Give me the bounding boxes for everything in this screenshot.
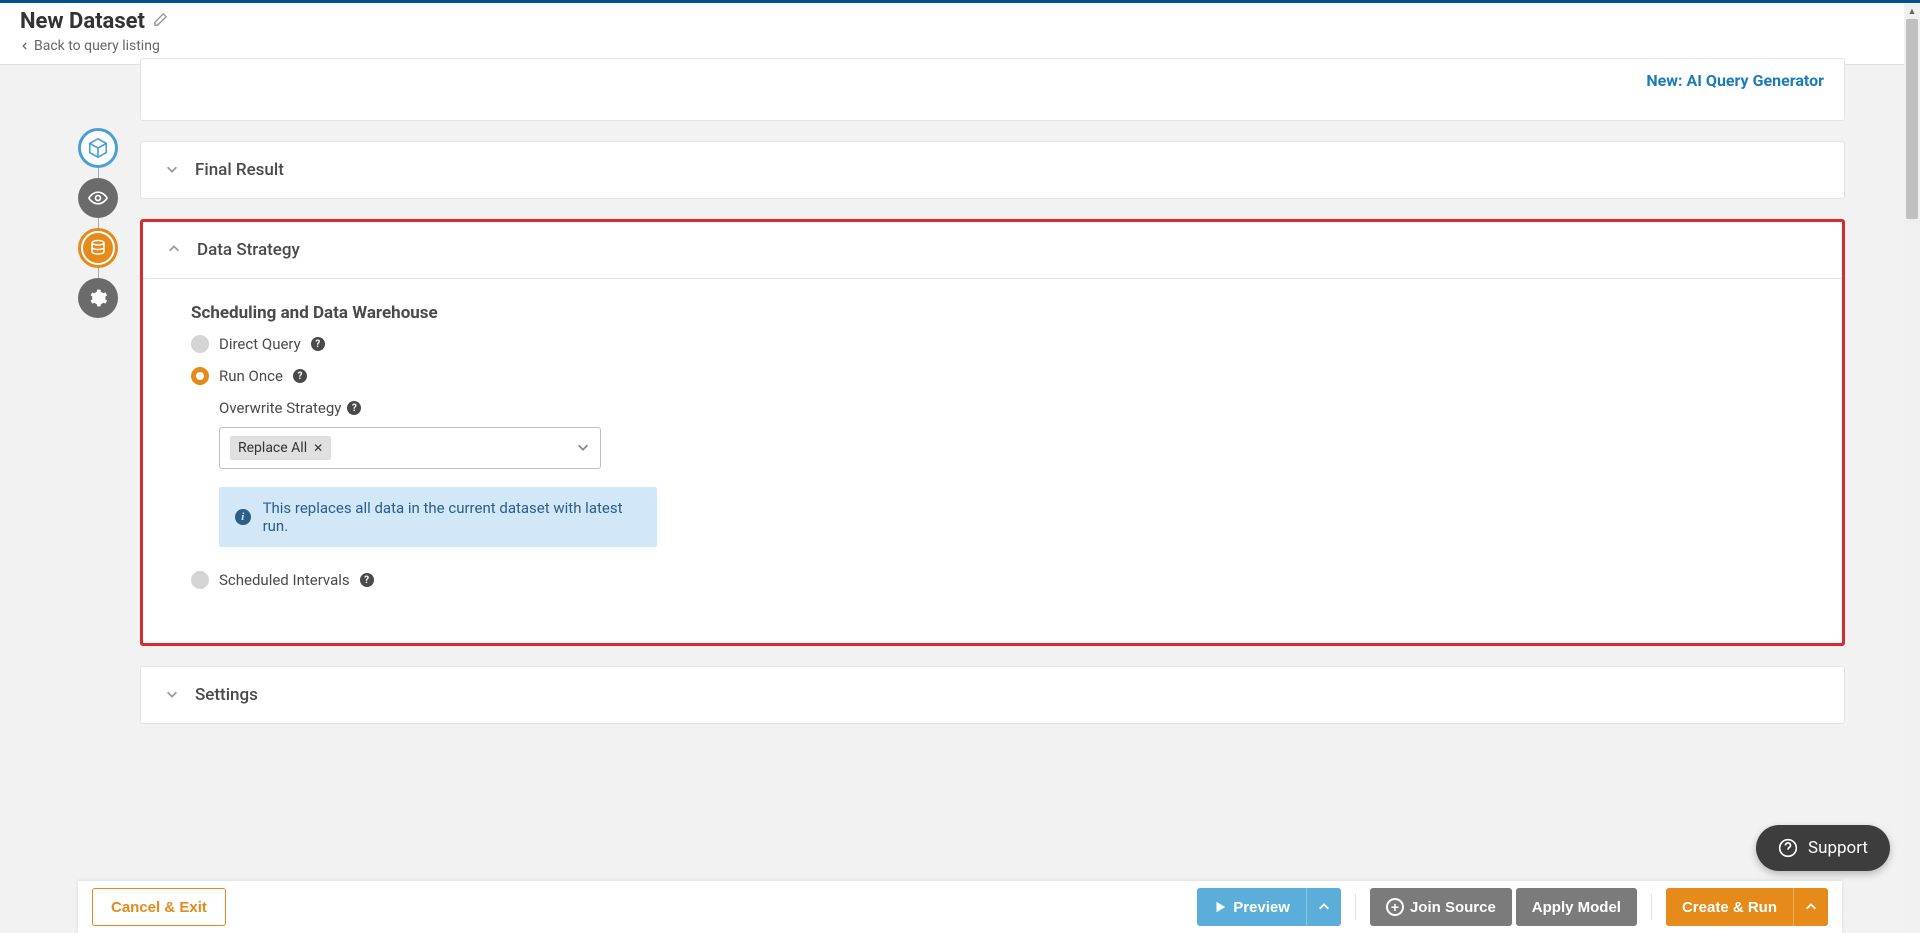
edit-title-icon[interactable] [153, 12, 168, 31]
chevron-down-icon [165, 161, 179, 180]
data-strategy-title: Data Strategy [197, 240, 300, 260]
ai-query-generator-link[interactable]: New: AI Query Generator [1646, 71, 1824, 90]
create-run-button[interactable]: Create & Run [1666, 888, 1793, 926]
footer: Cancel & Exit Preview + Join Source Appl… [78, 881, 1842, 933]
overwrite-strategy-tag: Replace All ✕ [230, 436, 331, 460]
cancel-exit-button[interactable]: Cancel & Exit [92, 888, 226, 926]
page-header: New Dataset Back to query listing [0, 3, 1920, 65]
step-settings-icon[interactable] [78, 278, 118, 318]
vertical-scrollbar[interactable]: ▲ [1904, 3, 1920, 933]
final-result-section: Final Result [140, 141, 1845, 199]
back-link[interactable]: Back to query listing [20, 38, 1900, 54]
content: New: AI Query Generator Final Result Dat… [140, 58, 1845, 724]
plus-icon: + [1386, 898, 1404, 916]
run-once-label: Run Once [219, 367, 283, 385]
preview-button[interactable]: Preview [1197, 888, 1306, 926]
overwrite-strategy-value: Replace All [238, 440, 307, 456]
settings-header[interactable]: Settings [141, 667, 1844, 723]
chevron-down-icon [165, 686, 179, 705]
direct-query-help-icon[interactable]: ? [311, 337, 325, 351]
scheduled-help-icon[interactable]: ? [360, 573, 374, 587]
overwrite-tag-remove-icon[interactable]: ✕ [313, 441, 323, 455]
scheduled-label: Scheduled Intervals [219, 571, 350, 589]
final-result-header[interactable]: Final Result [141, 142, 1844, 198]
scroll-up-icon[interactable]: ▲ [1904, 3, 1920, 19]
data-strategy-header[interactable]: Data Strategy [143, 222, 1842, 278]
overwrite-info-text: This replaces all data in the current da… [263, 499, 641, 535]
scroll-thumb[interactable] [1906, 19, 1918, 219]
create-run-dropdown-button[interactable] [1793, 888, 1828, 926]
data-strategy-body: Scheduling and Data Warehouse Direct Que… [143, 278, 1842, 643]
run-once-help-icon[interactable]: ? [293, 369, 307, 383]
scheduled-radio[interactable] [191, 571, 209, 589]
top-card: New: AI Query Generator [140, 58, 1845, 121]
info-icon: i [235, 509, 251, 525]
preview-dropdown-button[interactable] [1306, 888, 1341, 926]
chevron-up-icon [167, 241, 181, 260]
support-button[interactable]: Support [1756, 825, 1890, 871]
step-source-icon[interactable] [78, 128, 118, 168]
scheduled-intervals-row[interactable]: Scheduled Intervals ? [191, 571, 1794, 589]
step-preview-icon[interactable] [78, 178, 118, 218]
step-data-strategy-icon[interactable] [78, 228, 118, 268]
overwrite-info-banner: i This replaces all data in the current … [219, 487, 657, 547]
run-once-row[interactable]: Run Once ? [191, 367, 1794, 385]
overwrite-help-icon[interactable]: ? [347, 401, 361, 415]
settings-section: Settings [140, 666, 1845, 724]
final-result-title: Final Result [195, 160, 284, 180]
support-label: Support [1808, 838, 1868, 858]
direct-query-radio[interactable] [191, 335, 209, 353]
settings-title: Settings [195, 685, 258, 705]
step-sidebar [78, 128, 118, 318]
chevron-down-icon [576, 439, 590, 458]
overwrite-strategy-select[interactable]: Replace All ✕ [219, 427, 601, 469]
direct-query-row[interactable]: Direct Query ? [191, 335, 1794, 353]
data-strategy-section: Data Strategy Scheduling and Data Wareho… [140, 219, 1845, 646]
apply-model-label: Apply Model [1532, 899, 1621, 916]
run-once-radio[interactable] [191, 367, 209, 385]
preview-label: Preview [1233, 899, 1290, 916]
apply-model-button[interactable]: Apply Model [1516, 888, 1637, 926]
back-link-label: Back to query listing [34, 38, 160, 54]
main-area: New: AI Query Generator Final Result Dat… [0, 58, 1920, 881]
create-run-label: Create & Run [1682, 899, 1777, 916]
direct-query-label: Direct Query [219, 335, 301, 353]
overwrite-block: Overwrite Strategy ? Replace All ✕ [219, 399, 1794, 469]
join-source-button[interactable]: + Join Source [1370, 888, 1512, 926]
join-source-label: Join Source [1410, 899, 1496, 916]
scheduling-subtitle: Scheduling and Data Warehouse [191, 303, 1794, 323]
overwrite-strategy-label: Overwrite Strategy [219, 399, 341, 417]
page-title: New Dataset [20, 9, 145, 34]
